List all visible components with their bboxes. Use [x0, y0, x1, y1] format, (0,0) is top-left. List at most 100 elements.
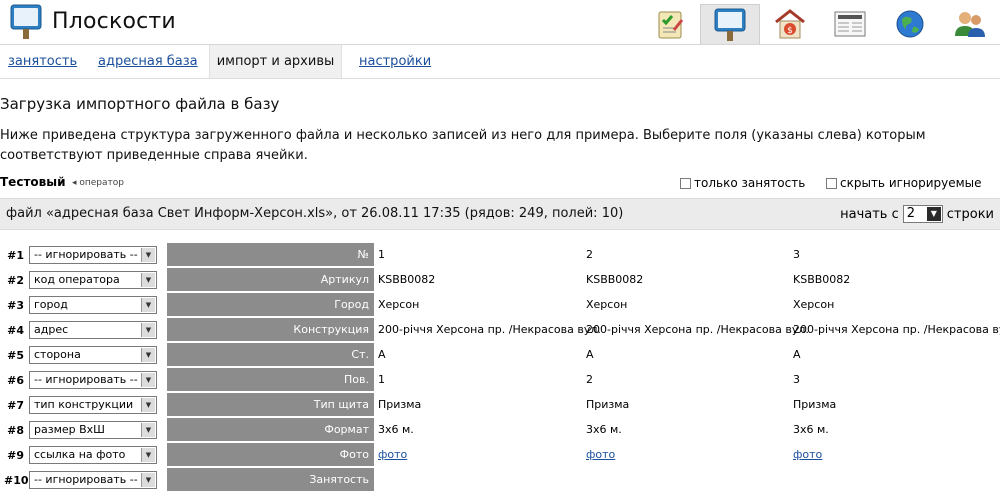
source-field-name: Артикул: [167, 268, 374, 291]
page-title: Загрузка импортного файла в базу: [0, 95, 280, 113]
sample-cell: Херсон: [793, 298, 835, 311]
field-select-value: -- игнорировать --: [34, 248, 138, 261]
subject-name: Тестовый: [0, 175, 66, 189]
only-occupancy-label: только занятость: [694, 176, 806, 190]
tab-settings[interactable]: настройки: [359, 45, 431, 78]
table-row: #2 код оператора ▼ Артикул KSBB0082 KSBB0…: [0, 268, 1000, 293]
rows-label: строки: [946, 206, 994, 222]
table-row: #3 город ▼ Город Херсон Херсон Херсон: [0, 293, 1000, 318]
table-row: #9 ссылка на фото ▼ Фото фото фото фото: [0, 443, 1000, 468]
field-select[interactable]: город ▼: [29, 296, 157, 314]
field-select[interactable]: тип конструкции ▼: [29, 396, 157, 414]
table-row: #4 адрес ▼ Конструкция 200-річчя Херсона …: [0, 318, 1000, 343]
newspaper-icon[interactable]: [820, 4, 880, 44]
field-select[interactable]: ссылка на фото ▼: [29, 446, 157, 464]
billboard-logo-icon: [10, 4, 42, 40]
field-select[interactable]: размер ВхШ ▼: [29, 421, 157, 439]
source-field-name: Ст.: [167, 343, 374, 366]
chevron-down-icon: ▼: [141, 273, 155, 287]
field-select[interactable]: код оператора ▼: [29, 271, 157, 289]
field-select[interactable]: сторона ▼: [29, 346, 157, 364]
row-number: #5: [7, 349, 24, 362]
table-row: #5 сторона ▼ Ст. А А А: [0, 343, 1000, 368]
row-number: #7: [7, 399, 24, 412]
sample-cell: 200-річчя Херсона пр. /Некрасова вул.: [378, 323, 601, 336]
chevron-down-icon: ▼: [141, 473, 155, 487]
house-money-icon[interactable]: $: [760, 4, 820, 44]
sample-cell: Призма: [378, 398, 422, 411]
users-icon[interactable]: [940, 4, 1000, 44]
photo-link[interactable]: фото: [586, 448, 615, 461]
source-field-name: Город: [167, 293, 374, 316]
chevron-down-icon: ▼: [141, 348, 155, 362]
sample-cell: Херсон: [586, 298, 628, 311]
field-select-value: город: [34, 298, 68, 311]
row-number: #10: [4, 474, 29, 487]
globe-icon[interactable]: [880, 4, 940, 44]
tab-import-archives[interactable]: импорт и архивы: [209, 45, 342, 78]
sample-cell: 200-річчя Херсона пр. /Некрасова вул.: [793, 323, 1000, 336]
sample-cell: 3х6 м.: [586, 423, 622, 436]
source-field-name: Пов.: [167, 368, 374, 391]
start-label: начать с: [840, 206, 899, 222]
row-number: #3: [7, 299, 24, 312]
field-select-value: код оператора: [34, 273, 120, 286]
chevron-down-icon: ▼: [141, 373, 155, 387]
page-description: Ниже приведена структура загруженного фа…: [0, 128, 926, 163]
sample-cell: Херсон: [378, 298, 420, 311]
sample-cell: 2: [586, 373, 593, 386]
source-field-name: Занятость: [167, 468, 374, 491]
sample-cell: А: [586, 348, 594, 361]
sample-cell: KSBB0082: [793, 273, 851, 286]
field-select-value: тип конструкции: [34, 398, 134, 411]
sample-cell: Призма: [793, 398, 837, 411]
field-select-value: -- игнорировать --: [34, 473, 138, 486]
source-field-name: №: [167, 243, 374, 266]
file-info: файл «адресная база Свет Информ-Херсон.x…: [6, 206, 624, 221]
row-number: #6: [7, 374, 24, 387]
sample-cell: 200-річчя Херсона пр. /Некрасова вул.: [586, 323, 809, 336]
only-occupancy-checkbox[interactable]: [680, 177, 691, 189]
field-select[interactable]: -- игнорировать -- ▼: [29, 471, 157, 489]
start-row-select[interactable]: 2 ▼: [902, 205, 943, 223]
tab-address-base[interactable]: адресная база: [98, 45, 198, 78]
row-number: #2: [7, 274, 24, 287]
table-row: #6 -- игнорировать -- ▼ Пов. 1 2 3: [0, 368, 1000, 393]
chevron-down-icon: ▼: [141, 298, 155, 312]
tab-bar: занятость адресная база импорт и архивы …: [0, 45, 1000, 79]
only-occupancy-option[interactable]: только занятость: [680, 176, 805, 190]
tab-occupancy[interactable]: занятость: [8, 45, 77, 78]
sample-cell: 3х6 м.: [378, 423, 414, 436]
sample-cell: А: [793, 348, 801, 361]
field-select[interactable]: адрес ▼: [29, 321, 157, 339]
billboard-icon[interactable]: [700, 4, 760, 44]
sample-cell: Призма: [586, 398, 630, 411]
table-row: #1 -- игнорировать -- ▼ № 1 2 3: [0, 243, 1000, 268]
app-header: Плоскости $: [0, 0, 1000, 44]
field-select-value: -- игнорировать --: [34, 373, 138, 386]
sample-cell: 3: [793, 373, 800, 386]
photo-link[interactable]: фото: [793, 448, 822, 461]
sample-cell: 1: [378, 373, 385, 386]
source-field-name: Формат: [167, 418, 374, 441]
photo-link[interactable]: фото: [378, 448, 407, 461]
sample-cell: 1: [378, 248, 385, 261]
field-select-value: ссылка на фото: [34, 448, 126, 461]
chevron-down-icon: ▼: [926, 207, 941, 221]
operator-link[interactable]: ◂ оператор: [72, 178, 124, 188]
sample-cell: KSBB0082: [586, 273, 644, 286]
sample-cell: KSBB0082: [378, 273, 436, 286]
start-row-control: начать с 2 ▼ строки: [840, 205, 994, 223]
row-number: #8: [7, 424, 24, 437]
start-row-value: 2: [906, 206, 916, 221]
table-row: #10 -- игнорировать -- ▼ Занятость: [0, 468, 1000, 493]
row-number: #1: [7, 249, 24, 262]
top-nav-icons: $: [640, 4, 1000, 44]
hide-ignored-option[interactable]: скрыть игнорируемые: [826, 176, 982, 190]
field-select[interactable]: -- игнорировать -- ▼: [29, 371, 157, 389]
hide-ignored-checkbox[interactable]: [826, 177, 837, 189]
checklist-icon[interactable]: [640, 4, 700, 44]
field-select-value: сторона: [34, 348, 81, 361]
source-field-name: Тип щита: [167, 393, 374, 416]
field-select[interactable]: -- игнорировать -- ▼: [29, 246, 157, 264]
